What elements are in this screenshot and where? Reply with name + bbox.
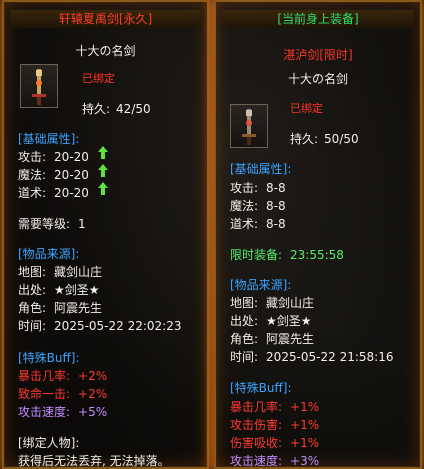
durability: 持久: 50/50 [290,130,359,147]
source-time: 时间: 2025-05-22 21:58:16 [230,348,394,365]
buff-value: +1% [290,400,320,414]
stat-label: 魔法: [230,199,259,213]
source-character: 角色: 阿震先生 [230,330,314,347]
stat-value: 20-20 [54,168,89,182]
stat-label: 攻击: [18,150,47,164]
stat-value: 8-8 [266,199,286,213]
source-value: 藏剑山庄 [54,265,103,279]
source-label: 时间: [230,350,259,364]
source-character: 角色: 阿震先生 [18,299,102,316]
stat-label: 攻击: [230,181,259,195]
buff-label: 攻击速度: [230,454,283,468]
item-subtitle: 湛泸剑[限时] [283,48,353,62]
buff-lethal-strike: 致命一击: +2% [18,385,107,402]
source-value: ★剑圣★ [266,314,312,328]
source-value: 阿震先生 [266,332,315,346]
bound-status: 已绑定 [290,102,323,115]
item-source-title: [物品来源]: [18,247,80,261]
stat-value: 20-20 [54,186,89,200]
item-tooltip-equipped: [当前身上装备] 湛泸剑[限时] 十大の名剑 已绑定 持久: 50/50 [基础属… [214,0,422,469]
buff-label: 暴击几率: [18,369,71,383]
source-origin: 出处: ★剑圣★ [18,281,100,298]
bind-character-title: [绑定人物]: [18,436,80,450]
limited-label: 限时装备: [230,248,283,262]
durability-label: 持久: [290,132,319,146]
stat-magic: 魔法: 8-8 [230,197,286,214]
item-source-title: [物品来源]: [230,278,292,292]
source-label: 出处: [230,314,259,328]
item-slot[interactable] [20,64,58,108]
buff-label: 攻击伤害: [230,418,283,432]
source-map: 地图: 藏剑山庄 [18,263,102,280]
source-origin: 出处: ★剑圣★ [230,312,312,329]
stat-value: 8-8 [266,181,286,195]
item-slot[interactable] [230,104,268,148]
source-value: 2025-05-22 22:02:23 [54,319,182,333]
buff-attack-speed: 攻击速度: +5% [18,403,107,420]
level-label: 需要等级: [18,217,71,231]
item-name: 十大の名剑 [75,44,136,58]
stat-value: 8-8 [266,217,286,231]
sword-icon [242,109,256,145]
stat-label: 道术: [230,217,259,231]
stat-taoism: 道术: 8-8 [230,215,286,232]
durability-value: 42/50 [116,102,151,116]
source-time: 时间: 2025-05-22 22:02:23 [18,317,182,334]
item-name: 十大の名剑 [287,72,348,86]
level-requirement: 需要等级: 1 [18,215,86,232]
source-label: 地图: [230,296,259,310]
limited-value: 23:55:58 [290,248,344,262]
source-label: 角色: [18,301,47,315]
buff-crit-rate: 暴击几率: +1% [230,398,319,415]
special-buff-title: [特殊Buff]: [18,351,80,365]
source-value: 2025-05-22 21:58:16 [266,350,394,364]
limited-time: 限时装备: 23:55:58 [230,246,344,263]
stat-value: 20-20 [54,150,89,164]
buff-value: +5% [78,405,108,419]
stat-magic: 魔法: 20-20 [18,166,89,183]
stat-attack: 攻击: 20-20 [18,148,89,165]
level-value: 1 [78,217,86,231]
bind-description: 获得后无法丢弃, 无法掉落。 [18,454,170,468]
buff-value: +3% [290,454,320,468]
special-buff-title: [特殊Buff]: [230,381,292,395]
buff-label: 攻击速度: [18,405,71,419]
base-attributes-title: [基础属性]: [230,162,292,176]
stat-label: 魔法: [18,168,47,182]
up-arrow-icon [98,164,108,178]
item-tooltip-new: 轩辕夏禹剑[永久] 十大の名剑 已绑定 持久: 42/50 [基础属性]: 攻击:… [2,0,209,469]
buff-damage-absorb: 伤害吸收: +1% [230,434,319,451]
base-attributes-title: [基础属性]: [18,132,80,146]
buff-value: +2% [78,369,108,383]
source-map: 地图: 藏剑山庄 [230,294,314,311]
source-label: 时间: [18,319,47,333]
durability: 持久: 42/50 [82,100,151,117]
buff-label: 暴击几率: [230,400,283,414]
buff-value: +2% [78,387,108,401]
source-value: 藏剑山庄 [266,296,315,310]
new-item-header: 轩辕夏禹剑[永久] [10,10,201,28]
sword-icon [32,69,46,105]
stat-label: 道术: [18,186,47,200]
source-value: ★剑圣★ [54,283,100,297]
buff-attack-speed: 攻击速度: +3% [230,452,319,469]
source-value: 阿震先生 [54,301,103,315]
buff-value: +1% [290,418,320,432]
source-label: 地图: [18,265,47,279]
bound-status: 已绑定 [82,72,115,85]
durability-label: 持久: [82,102,111,116]
source-label: 角色: [230,332,259,346]
up-arrow-icon [98,182,108,196]
buff-label: 致命一击: [18,387,71,401]
stat-attack: 攻击: 8-8 [230,179,286,196]
source-label: 出处: [18,283,47,297]
equipped-item-header: [当前身上装备] [222,10,414,28]
buff-value: +1% [290,436,320,450]
durability-value: 50/50 [324,132,359,146]
stat-taoism: 道术: 20-20 [18,184,89,201]
buff-crit-rate: 暴击几率: +2% [18,367,107,384]
buff-label: 伤害吸收: [230,436,283,450]
up-arrow-icon [98,146,108,160]
buff-attack-damage: 攻击伤害: +1% [230,416,319,433]
